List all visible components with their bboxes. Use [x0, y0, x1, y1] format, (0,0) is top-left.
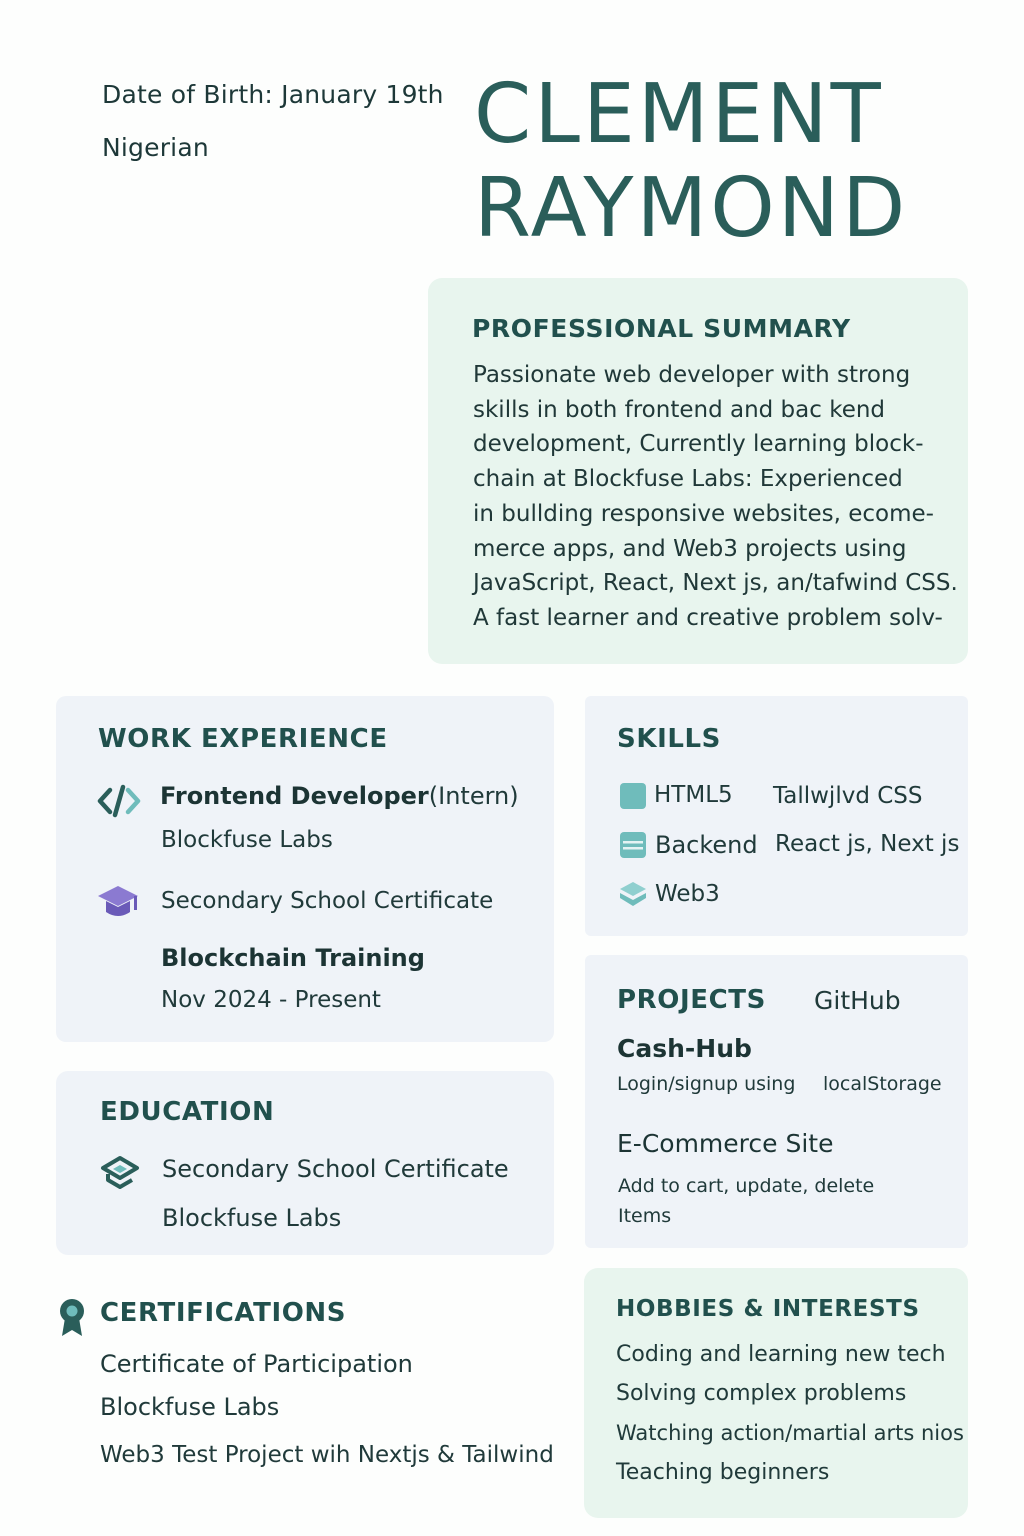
- projects-title: PROJECTS: [617, 985, 766, 1015]
- skill-react-next: React js, Next js: [775, 831, 960, 857]
- education-school: Blockfuse Labs: [162, 1204, 342, 1232]
- skills-title: SKILLS: [617, 724, 722, 754]
- summary-line: merce apps, and Web3 projects using: [473, 535, 907, 562]
- education-title: EDUCATION: [100, 1097, 275, 1127]
- github-link[interactable]: GitHub: [814, 986, 901, 1015]
- hobby-item: Coding and learning new tech: [616, 1342, 946, 1367]
- project-ecommerce-desc: Add to cart, update, delete: [618, 1175, 875, 1197]
- job-role-suffix: (Intern): [428, 782, 519, 810]
- skill-backend: Backend: [655, 831, 758, 859]
- education-card: EDUCATION Secondary School Certificate B…: [56, 1071, 554, 1255]
- summary-line: skills in both frontend and bac kend: [473, 396, 886, 423]
- award-ribbon-icon: [60, 1299, 84, 1336]
- summary-title: PROFESSIONAL SUMMARY: [472, 314, 851, 343]
- work-title: WORK EXPERIENCE: [98, 724, 388, 754]
- skill-html5: HTML5: [654, 782, 733, 808]
- projects-card: PROJECTS GitHub Cash-Hub Login/signup us…: [585, 955, 968, 1248]
- skill-web3: Web3: [655, 881, 720, 907]
- skills-card: SKILLS HTML5 Tallwjlvd CSS Backend React…: [585, 696, 968, 936]
- hobbies-card: HOBBIES & INTERESTS Coding and learning …: [584, 1268, 968, 1518]
- certificate-name: Certificate of Participation: [100, 1350, 413, 1378]
- hobby-item: Teaching beginners: [616, 1460, 830, 1485]
- certificate-issuer: Blockfuse Labs: [100, 1393, 280, 1421]
- project-ecommerce: E-Commerce Site: [617, 1129, 834, 1158]
- square-icon: [620, 783, 646, 809]
- first-name: CLEMENT: [474, 67, 884, 162]
- certifications-title: CERTIFICATIONS: [100, 1298, 347, 1328]
- hobby-item: Watching action/martial arts nios: [616, 1421, 964, 1445]
- project-ecommerce-desc-cont: Items: [618, 1205, 672, 1227]
- last-name: RAYMOND: [474, 161, 909, 256]
- summary-card: PROFESSIONAL SUMMARY Passionate web deve…: [428, 278, 968, 664]
- job-role-title: Frontend Developer: [160, 782, 429, 810]
- hobbies-title: HOBBIES & INTERESTS: [616, 1296, 920, 1322]
- job-role: Frontend Developer(Intern): [160, 782, 519, 810]
- summary-line: chain at Blockfuse Labs: Experienced: [473, 466, 903, 493]
- summary-text: Passionate web developer with strong ski…: [473, 358, 958, 636]
- graduation-cap-icon: [98, 886, 138, 916]
- training-title: Blockchain Training: [161, 944, 425, 972]
- work-cert: Secondary School Certificate: [161, 888, 494, 914]
- summary-line: development, Currently learning block-: [473, 431, 924, 458]
- project-cash-hub-storage: localStorage: [823, 1073, 942, 1095]
- layers-icon: [620, 882, 646, 906]
- project-cash-hub-desc: Login/signup using: [617, 1073, 796, 1095]
- summary-line: JavaScript, React, Next js, an/tafwind C…: [473, 570, 958, 597]
- summary-line: in bullding responsive websites, ecome-: [473, 500, 934, 527]
- summary-line: Passionate web developer with strong: [473, 362, 911, 388]
- education-cert: Secondary School Certificate: [162, 1155, 509, 1183]
- list-icon: [620, 832, 646, 858]
- job-company: Blockfuse Labs: [161, 827, 333, 853]
- code-icon: [97, 784, 141, 818]
- hobby-item: Solving complex problems: [616, 1381, 907, 1406]
- nationality: Nigerian: [102, 133, 209, 162]
- project-cash-hub: Cash-Hub: [617, 1034, 752, 1063]
- training-dates: Nov 2024 - Present: [161, 987, 381, 1013]
- work-experience-card: WORK EXPERIENCE Frontend Developer(Inter…: [56, 696, 554, 1042]
- certificate-project: Web3 Test Project wih Nextjs & Tailwind: [100, 1442, 554, 1468]
- book-icon: [101, 1156, 139, 1189]
- summary-line: A fast learner and creative problem solv…: [473, 604, 943, 631]
- skill-tailwind: Tallwjlvd CSS: [773, 783, 923, 809]
- date-of-birth: Date of Birth: January 19th: [102, 80, 444, 109]
